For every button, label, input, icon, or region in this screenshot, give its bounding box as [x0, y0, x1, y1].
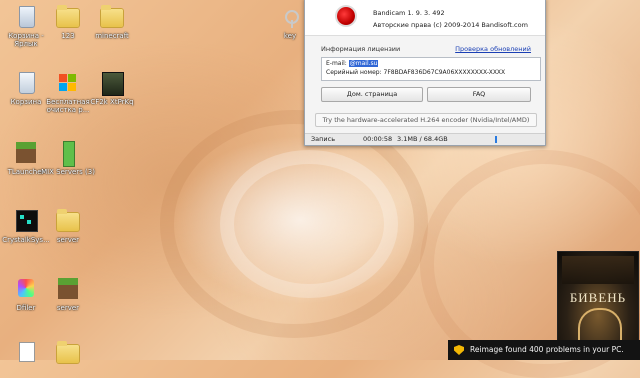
poster-arch	[578, 308, 622, 340]
folder-icon	[55, 4, 81, 30]
desktop-icon-label: server	[56, 236, 80, 244]
notification-text: Reimage found 400 problems in your PC.	[470, 345, 624, 354]
home-page-button[interactable]: Дом. страница	[321, 87, 423, 102]
status-bar: Запись 00:00:58 3.1MB / 68.4GB	[305, 133, 545, 145]
status-label: Запись	[311, 135, 336, 143]
bandicam-window[interactable]: Bandicam 1. 9. 3. 492 Авторские права (c…	[304, 0, 546, 146]
colorful-app-icon	[13, 276, 39, 302]
app-icon	[13, 208, 39, 234]
desktop-icon-label: MIX Servers (3)	[41, 168, 95, 176]
folder-icon	[55, 340, 81, 366]
windows-logo-icon	[55, 70, 81, 96]
email-value-selected[interactable]: @mail.su	[348, 60, 379, 67]
desktop-icon-label: minecraft	[95, 32, 129, 40]
desktop-icon-cf2k[interactable]: CF2k XtPrKq	[84, 70, 140, 106]
check-updates-link[interactable]: Проверка обновлений	[455, 45, 531, 53]
movie-poster[interactable]: БИВЕНЬ	[557, 251, 639, 343]
desktop-icon-folder-minecraft[interactable]: minecraft	[84, 4, 140, 40]
reimage-notification[interactable]: Reimage found 400 problems in your PC.	[448, 340, 640, 360]
record-time: 00:00:58	[363, 135, 393, 143]
email-row: E-mail: @mail.su	[326, 59, 536, 68]
desktop-icon-partial-folder[interactable]	[40, 340, 96, 368]
about-text: Bandicam 1. 9. 3. 492 Авторские права (c…	[373, 7, 528, 31]
serial-row: Серийный номер: 7F8BDAF836D67C9A06XXXXXX…	[326, 68, 536, 77]
minecraft-block-icon	[55, 276, 81, 302]
copyright: Авторские права (c) 2009-2014 Bandisoft.…	[373, 21, 528, 29]
wallpaper-petal	[220, 150, 398, 298]
license-row: Информация лицензии Проверка обновлений	[321, 45, 531, 53]
product-version: Bandicam 1. 9. 3. 492	[373, 9, 445, 17]
level-meter	[495, 136, 497, 143]
key-icon	[277, 4, 303, 30]
game-soldier-icon	[99, 70, 125, 96]
desktop-icon-label: server	[56, 304, 80, 312]
file-icon	[13, 340, 39, 366]
serial-label: Серийный номер:	[326, 69, 382, 76]
faq-button[interactable]: FAQ	[427, 87, 531, 102]
folder-icon	[99, 4, 125, 30]
about-header: Bandicam 1. 9. 3. 492 Авторские права (c…	[305, 0, 545, 36]
serial-value: 7F8BDAF836D67C9A06XXXXXXXX-XXXX	[383, 69, 506, 76]
record-logo-icon	[337, 7, 355, 25]
license-info-box[interactable]: E-mail: @mail.su Серийный номер: 7F8BDAF…	[321, 57, 541, 81]
license-label: Информация лицензии	[321, 45, 401, 53]
minecraft-block-icon	[13, 140, 39, 166]
desktop-icon-label: CF2k XtPrKq	[90, 98, 134, 106]
movie-title: БИВЕНЬ	[569, 290, 627, 305]
poster-header	[562, 256, 634, 284]
email-label: E-mail:	[326, 60, 347, 67]
shield-warning-icon	[454, 345, 464, 355]
recycle-bin-icon	[13, 4, 39, 30]
creeper-icon	[55, 140, 81, 167]
folder-icon	[55, 208, 81, 234]
recycle-bin-icon	[13, 70, 39, 96]
desktop-icon-mix-servers[interactable]: MIX Servers (3)	[40, 140, 96, 176]
h264-hint-bar[interactable]: Try the hardware-accelerated H.264 encod…	[315, 113, 537, 127]
desktop-icon-server[interactable]: server	[40, 276, 96, 312]
file-size: 3.1MB / 68.4GB	[397, 135, 448, 143]
desktop-icon-folder-server[interactable]: server	[40, 208, 96, 244]
